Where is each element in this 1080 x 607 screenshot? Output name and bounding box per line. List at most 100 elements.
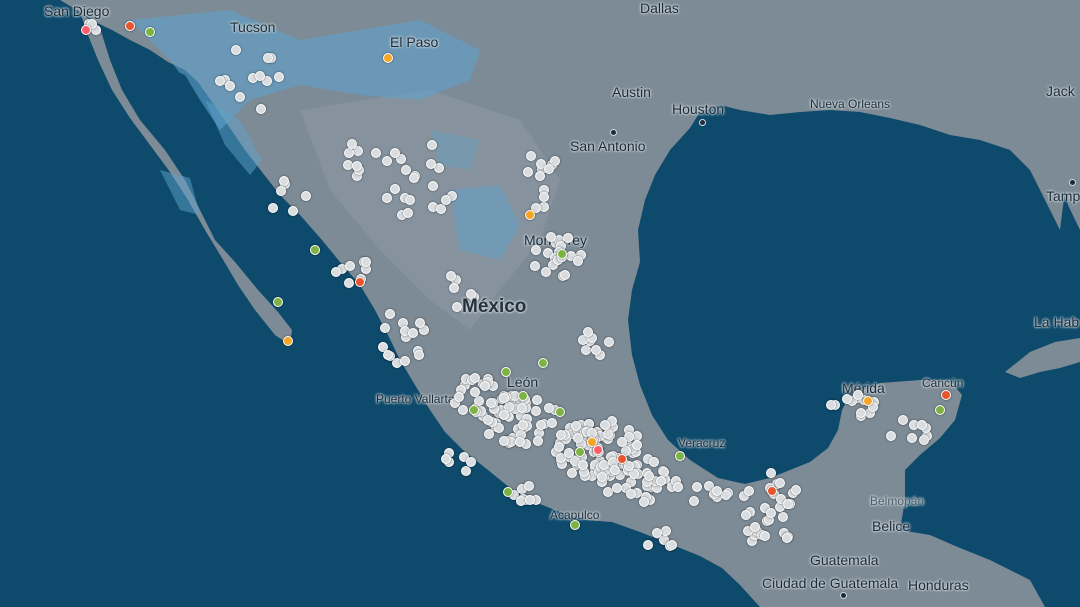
- station-marker[interactable]: [692, 482, 702, 492]
- station-marker[interactable]: [767, 486, 777, 496]
- station-marker[interactable]: [531, 245, 541, 255]
- station-marker[interactable]: [361, 257, 371, 267]
- station-marker[interactable]: [644, 471, 654, 481]
- station-marker[interactable]: [446, 271, 456, 281]
- station-marker[interactable]: [345, 261, 355, 271]
- station-marker[interactable]: [917, 420, 927, 430]
- station-marker[interactable]: [458, 405, 468, 415]
- station-marker[interactable]: [301, 191, 311, 201]
- station-marker[interactable]: [760, 531, 770, 541]
- station-marker[interactable]: [441, 195, 451, 205]
- station-marker[interactable]: [383, 53, 393, 63]
- station-marker[interactable]: [603, 429, 613, 439]
- station-marker[interactable]: [578, 460, 588, 470]
- station-marker[interactable]: [344, 278, 354, 288]
- station-marker[interactable]: [428, 181, 438, 191]
- station-marker[interactable]: [564, 448, 574, 458]
- station-marker[interactable]: [560, 270, 570, 280]
- station-marker[interactable]: [856, 408, 866, 418]
- station-marker[interactable]: [263, 53, 273, 63]
- station-marker[interactable]: [235, 92, 245, 102]
- station-marker[interactable]: [541, 267, 551, 277]
- station-marker[interactable]: [617, 437, 627, 447]
- station-marker[interactable]: [535, 171, 545, 181]
- station-marker[interactable]: [610, 465, 620, 475]
- station-marker[interactable]: [935, 405, 945, 415]
- station-marker[interactable]: [617, 454, 627, 464]
- station-marker[interactable]: [919, 435, 929, 445]
- station-marker[interactable]: [557, 249, 567, 259]
- station-marker[interactable]: [503, 487, 513, 497]
- station-marker[interactable]: [661, 526, 671, 536]
- station-marker[interactable]: [826, 400, 836, 410]
- station-marker[interactable]: [538, 358, 548, 368]
- station-marker[interactable]: [405, 195, 415, 205]
- station-marker[interactable]: [466, 457, 476, 467]
- station-marker[interactable]: [352, 161, 362, 171]
- station-marker[interactable]: [591, 345, 601, 355]
- station-marker[interactable]: [597, 472, 607, 482]
- station-marker[interactable]: [524, 481, 534, 491]
- station-marker[interactable]: [604, 337, 614, 347]
- station-marker[interactable]: [593, 445, 603, 455]
- station-marker[interactable]: [652, 528, 662, 538]
- station-marker[interactable]: [539, 192, 549, 202]
- station-marker[interactable]: [536, 420, 546, 430]
- station-marker[interactable]: [310, 245, 320, 255]
- station-marker[interactable]: [283, 336, 293, 346]
- station-marker[interactable]: [649, 457, 659, 467]
- station-marker[interactable]: [427, 140, 437, 150]
- station-marker[interactable]: [744, 486, 754, 496]
- station-marker[interactable]: [898, 415, 908, 425]
- station-marker[interactable]: [673, 482, 683, 492]
- station-marker[interactable]: [571, 421, 581, 431]
- station-marker[interactable]: [215, 76, 225, 86]
- air-quality-map[interactable]: San Diego Tucson El Paso Dallas Austin Housto…: [0, 0, 1080, 607]
- station-marker[interactable]: [380, 323, 390, 333]
- station-marker[interactable]: [518, 391, 528, 401]
- station-marker[interactable]: [575, 447, 585, 457]
- station-marker[interactable]: [256, 104, 266, 114]
- station-marker[interactable]: [750, 522, 760, 532]
- station-marker[interactable]: [783, 499, 793, 509]
- station-marker[interactable]: [525, 210, 535, 220]
- station-marker[interactable]: [461, 466, 471, 476]
- station-marker[interactable]: [526, 151, 536, 161]
- station-marker[interactable]: [544, 403, 554, 413]
- station-marker[interactable]: [273, 297, 283, 307]
- station-marker[interactable]: [554, 442, 564, 452]
- station-marker[interactable]: [385, 309, 395, 319]
- station-marker[interactable]: [480, 381, 490, 391]
- station-marker[interactable]: [415, 318, 425, 328]
- station-marker[interactable]: [675, 451, 685, 461]
- station-marker[interactable]: [518, 420, 528, 430]
- station-marker[interactable]: [274, 72, 284, 82]
- station-marker[interactable]: [255, 71, 265, 81]
- station-marker[interactable]: [523, 167, 533, 177]
- station-marker[interactable]: [689, 496, 699, 506]
- station-marker[interactable]: [486, 398, 496, 408]
- station-marker[interactable]: [525, 495, 535, 505]
- station-marker[interactable]: [886, 431, 896, 441]
- station-marker[interactable]: [530, 261, 540, 271]
- station-marker[interactable]: [403, 208, 413, 218]
- station-marker[interactable]: [344, 148, 354, 158]
- station-marker[interactable]: [778, 512, 788, 522]
- station-marker[interactable]: [532, 395, 542, 405]
- station-marker[interactable]: [499, 410, 509, 420]
- station-marker[interactable]: [355, 277, 365, 287]
- station-marker[interactable]: [452, 302, 462, 312]
- station-marker[interactable]: [721, 490, 731, 500]
- station-marker[interactable]: [612, 483, 622, 493]
- station-marker[interactable]: [573, 433, 583, 443]
- station-marker[interactable]: [469, 405, 479, 415]
- station-marker[interactable]: [791, 485, 801, 495]
- station-marker[interactable]: [626, 489, 636, 499]
- station-marker[interactable]: [563, 233, 573, 243]
- station-marker[interactable]: [276, 186, 286, 196]
- station-marker[interactable]: [225, 81, 235, 91]
- station-marker[interactable]: [531, 406, 541, 416]
- station-marker[interactable]: [581, 345, 591, 355]
- station-marker[interactable]: [766, 468, 776, 478]
- station-marker[interactable]: [408, 328, 418, 338]
